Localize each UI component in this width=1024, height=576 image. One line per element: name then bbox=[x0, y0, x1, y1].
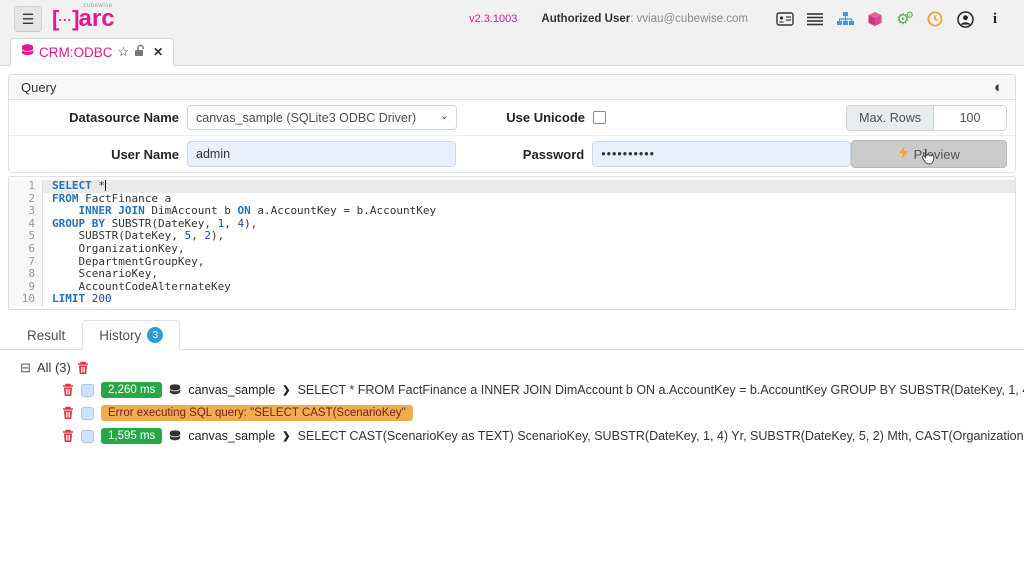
code-text: SELECT * bbox=[43, 180, 1015, 193]
query-panel: Query ◐ Datasource Name canvas_sample (S… bbox=[8, 74, 1016, 173]
database-icon bbox=[169, 430, 181, 443]
history-row-checkbox[interactable] bbox=[81, 384, 94, 397]
line-number: 6 bbox=[9, 243, 43, 256]
chevron-right-icon: ❯ bbox=[282, 431, 290, 442]
username-label: User Name bbox=[9, 147, 179, 162]
datasource-row: Datasource Name canvas_sample (SQLite3 O… bbox=[9, 100, 1015, 136]
line-number: 5 bbox=[9, 230, 43, 243]
user-circle-icon[interactable] bbox=[950, 7, 980, 31]
close-icon[interactable]: ✕ bbox=[153, 45, 163, 59]
result-history-tabs: Result History 3 bbox=[0, 319, 1024, 350]
logo-text: arc bbox=[79, 9, 115, 29]
error-badge: Error executing SQL query: "SELECT CAST(… bbox=[101, 405, 413, 421]
delete-row-trash-icon[interactable] bbox=[62, 406, 74, 420]
hamburger-menu-button[interactable]: ☰ bbox=[14, 6, 42, 32]
authorized-user: Authorized User: vviau@cubewise.com bbox=[541, 13, 748, 25]
sitemap-icon[interactable] bbox=[830, 7, 860, 31]
preview-button[interactable]: Preview bbox=[851, 140, 1007, 168]
lightning-bolt-icon bbox=[899, 146, 908, 162]
document-tab-bar: CRM:ODBC ☆ ✕ bbox=[0, 38, 1024, 66]
theme-toggle-icon[interactable]: ◐ bbox=[994, 80, 1003, 95]
code-text: LIMIT 200 bbox=[43, 293, 1015, 306]
datasource-name: canvas_sample bbox=[188, 383, 275, 397]
datasource-label: Datasource Name bbox=[9, 110, 179, 125]
unlock-icon[interactable] bbox=[134, 44, 146, 60]
database-icon bbox=[21, 44, 34, 61]
delete-row-trash-icon[interactable] bbox=[62, 383, 74, 397]
max-rows-input[interactable] bbox=[934, 106, 1006, 130]
history-group-header: ⊟ All (3) bbox=[20, 360, 1024, 375]
duration-badge: 2,260 ms bbox=[101, 382, 162, 398]
username-input[interactable] bbox=[187, 141, 456, 167]
history-row-checkbox[interactable] bbox=[81, 407, 94, 420]
code-text: DepartmentGroupKey, bbox=[43, 256, 1015, 269]
clock-icon[interactable] bbox=[920, 7, 950, 31]
cogs-icon[interactable]: ⚙⚙ bbox=[890, 7, 920, 31]
cube-icon[interactable] bbox=[860, 7, 890, 31]
max-rows-group: Max. Rows bbox=[846, 105, 1007, 131]
history-section: ⊟ All (3) 2,260 ms canvas_sample ❯ SELECT *… bbox=[0, 350, 1024, 444]
arc-logo: [ ... ] arc cubewise bbox=[52, 9, 115, 29]
max-rows-label: Max. Rows bbox=[847, 106, 934, 130]
editor-line[interactable]: 9 AccountCodeAlternateKey bbox=[9, 281, 1015, 294]
sql-editor[interactable]: 1SELECT *2FROM FactFinance a3 INNER JOIN… bbox=[8, 176, 1016, 310]
history-count-badge: 3 bbox=[147, 327, 163, 343]
chevron-right-icon: ❯ bbox=[282, 385, 290, 396]
line-number: 2 bbox=[9, 193, 43, 206]
list-icon[interactable] bbox=[800, 7, 830, 31]
hamburger-icon: ☰ bbox=[22, 11, 35, 28]
query-panel-title: Query bbox=[21, 80, 56, 95]
top-bar: ☰ [ ... ] arc cubewise v2.3.1003 Authori… bbox=[0, 0, 1024, 38]
duration-badge: 1,595 ms bbox=[101, 428, 162, 444]
query-panel-header: Query ◐ bbox=[9, 75, 1015, 100]
credentials-row: User Name Password Preview bbox=[9, 136, 1015, 172]
logo-cubewise-text: cubewise bbox=[84, 3, 113, 9]
tab-crm-odbc[interactable]: CRM:ODBC ☆ ✕ bbox=[10, 38, 174, 66]
id-card-icon[interactable] bbox=[770, 7, 800, 31]
history-row[interactable]: 2,260 ms canvas_sample ❯ SELECT * FROM Fact… bbox=[20, 382, 1024, 398]
password-input[interactable] bbox=[592, 141, 851, 167]
history-sql-text: SELECT CAST(ScenarioKey as TEXT) Scenari… bbox=[298, 429, 1024, 443]
delete-row-trash-icon[interactable] bbox=[62, 429, 74, 443]
line-number: 1 bbox=[9, 180, 43, 193]
line-number: 4 bbox=[9, 218, 43, 231]
line-number: 3 bbox=[9, 205, 43, 218]
history-row-checkbox[interactable] bbox=[81, 430, 94, 443]
app-version: v2.3.1003 bbox=[469, 13, 517, 25]
preview-button-label: Preview bbox=[914, 147, 960, 162]
tab-result[interactable]: Result bbox=[10, 321, 82, 350]
line-number: 8 bbox=[9, 268, 43, 281]
code-text: AccountCodeAlternateKey bbox=[43, 281, 1015, 294]
tab-history[interactable]: History 3 bbox=[82, 320, 180, 350]
tab-title: CRM:ODBC bbox=[39, 45, 113, 60]
use-unicode-label: Use Unicode bbox=[495, 110, 585, 125]
logo-dots: ... bbox=[58, 7, 72, 27]
database-icon bbox=[169, 384, 181, 397]
history-row[interactable]: Error executing SQL query: "SELECT CAST(… bbox=[20, 405, 1024, 421]
line-number: 7 bbox=[9, 256, 43, 269]
collapse-icon[interactable]: ⊟ bbox=[20, 361, 31, 374]
datasource-name: canvas_sample bbox=[188, 429, 275, 443]
info-icon[interactable]: i bbox=[980, 7, 1010, 31]
editor-line[interactable]: 7 DepartmentGroupKey, bbox=[9, 256, 1015, 269]
editor-line[interactable]: 10LIMIT 200 bbox=[9, 293, 1015, 306]
history-row[interactable]: 1,595 ms canvas_sample ❯ SELECT CAST(Scenar… bbox=[20, 428, 1024, 444]
code-text: SUBSTR(DateKey, 5, 2), bbox=[43, 230, 1015, 243]
line-number: 10 bbox=[9, 293, 43, 306]
datasource-select[interactable]: canvas_sample (SQLite3 ODBC Driver) bbox=[187, 105, 457, 130]
password-label: Password bbox=[494, 147, 584, 162]
history-sql-text: SELECT * FROM FactFinance a INNER JOIN D… bbox=[298, 383, 1024, 397]
use-unicode-checkbox[interactable] bbox=[593, 111, 606, 124]
star-icon[interactable]: ☆ bbox=[118, 44, 130, 60]
delete-all-trash-icon[interactable] bbox=[77, 361, 89, 375]
history-group-label: All (3) bbox=[37, 360, 71, 375]
